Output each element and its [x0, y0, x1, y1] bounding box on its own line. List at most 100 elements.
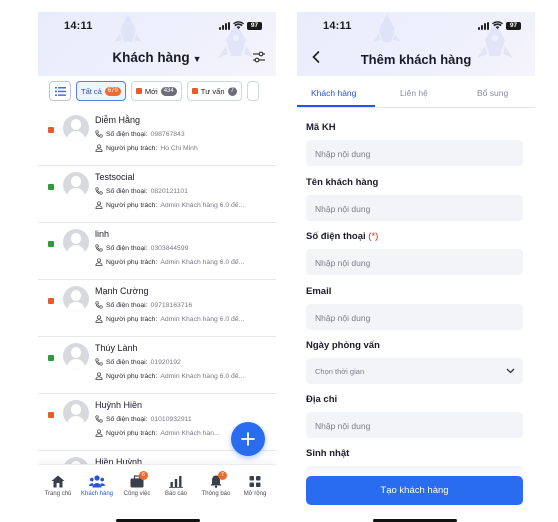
phone-icon — [95, 358, 103, 366]
status-dot — [48, 241, 54, 247]
nav-label: Thông báo — [201, 491, 231, 497]
status-dot — [48, 355, 54, 361]
tab-customer[interactable]: Khách hàng — [311, 88, 356, 98]
customer-owner: Người phụ trách: Admin Khách hàng 6.0 đế.… — [95, 201, 244, 209]
phone-label: Số điện thoại: — [106, 415, 148, 423]
customer-owner: Người phụ trách: Admin Khách hàng 6.0 đế.… — [95, 315, 244, 323]
chevron-down-icon — [506, 368, 515, 374]
status-dot — [48, 184, 54, 190]
owner-label: Người phụ trách: — [106, 372, 158, 380]
chip-overflow[interactable] — [246, 81, 259, 101]
nav-label: Công việc — [123, 491, 151, 497]
nav-home[interactable]: Trang chủ — [38, 475, 78, 497]
interview-date-select[interactable]: Chọn thời gian — [306, 358, 523, 384]
plus-icon — [241, 432, 255, 446]
phone-icon — [95, 130, 103, 138]
nav-badge: 7 — [218, 471, 228, 480]
chip-count-badge: 7 — [227, 86, 237, 96]
customer-row[interactable]: Thúy Lành Số điện thoại: 01920192 Người phụ… — [38, 337, 276, 394]
page-title-text: Khách hàng — [112, 50, 190, 65]
battery-icon: 97 — [247, 21, 262, 30]
wifi-icon — [492, 21, 503, 30]
avatar — [63, 400, 89, 426]
field-label-text: Số điện thoại — [306, 231, 366, 242]
chip-all[interactable]: Tất cả 679 — [76, 81, 126, 101]
nav-notifications[interactable]: 7 Thông báo — [196, 471, 236, 497]
customer-code-input[interactable]: Nhập nội dung — [306, 140, 523, 166]
avatar — [63, 172, 89, 198]
select-placeholder: Chọn thời gian — [315, 366, 365, 376]
customer-phone: Số điện thoại: 09718163716 — [95, 301, 192, 309]
nav-more[interactable]: Mở rộng — [235, 475, 275, 497]
add-customer-button[interactable] — [231, 422, 265, 456]
owner-label: Người phụ trách: — [106, 258, 158, 266]
phone-label: Số điện thoại: — [106, 301, 148, 309]
chip-new[interactable]: Mới 434 — [130, 81, 182, 101]
email-input[interactable]: Nhập nội dung — [306, 304, 523, 330]
customers-icon — [89, 475, 105, 488]
customer-row[interactable]: Diễm Hằng Số điện thoại: 098767843 Người ph… — [38, 109, 276, 166]
person-icon — [95, 201, 103, 209]
chip-label: Tư vấn — [200, 86, 225, 96]
phone-icon — [95, 301, 103, 309]
owner-label: Người phụ trách: — [106, 144, 158, 152]
phone-value: 09718163716 — [150, 301, 193, 309]
phone-input[interactable]: Nhập nội dung — [306, 249, 523, 275]
customer-name: Diễm Hằng — [95, 115, 141, 125]
avatar — [63, 115, 89, 141]
owner-label: Người phụ trách: — [106, 201, 158, 209]
nav-customers[interactable]: Khách hàng — [77, 475, 117, 497]
customer-list-screen: 14:11 97 Khách hàng ▼ Tất cả 679 Mới 434 Tư… — [38, 12, 276, 522]
nav-badge: 6 — [139, 471, 149, 480]
customer-name: Mạnh Cường — [95, 286, 149, 296]
list-menu-button[interactable] — [49, 81, 71, 101]
active-tab-indicator — [297, 105, 375, 107]
owner-label: Người phụ trách: — [106, 315, 158, 323]
status-square — [191, 88, 198, 94]
customer-owner: Người phụ trách: Admin Khách hàng 6.0 đế.… — [95, 372, 244, 380]
address-input[interactable]: Nhập nội dung — [306, 412, 523, 438]
field-label-email: Email — [306, 286, 332, 297]
owner-value: Ho Chi Minh — [160, 144, 198, 152]
page-title: Thêm khách hàng — [360, 52, 472, 67]
customer-row[interactable]: linh Số điện thoại: 0303844599 Người phụ tr… — [38, 223, 276, 280]
nav-reports[interactable]: Báo cáo — [156, 475, 196, 497]
avatar — [63, 286, 89, 312]
customer-name-input[interactable]: Nhập nội dung — [306, 195, 523, 221]
filter-settings-icon[interactable] — [252, 50, 266, 64]
required-marker: (*) — [368, 231, 379, 242]
customer-row[interactable]: Testsocial Số điện thoại: 0820121101 Người … — [38, 166, 276, 223]
chip-count-badge: 434 — [160, 86, 177, 96]
status-bar: 14:11 97 — [297, 12, 535, 38]
nav-label: Khách hàng — [80, 491, 114, 497]
field-label-interview-date: Ngày phỏng vấn — [306, 340, 380, 351]
create-customer-button[interactable]: Tạo khách hàng — [306, 476, 523, 505]
status-square — [135, 88, 142, 94]
chip-consulting[interactable]: Tư vấn 7 — [186, 81, 242, 101]
phone-label: Số điện thoại: — [106, 187, 148, 195]
tab-contact[interactable]: Liên hệ — [400, 88, 428, 98]
status-time: 14:11 — [64, 20, 93, 32]
tab-additional[interactable]: Bổ sung — [477, 88, 508, 98]
add-customer-screen: 14:11 97 Thêm khách hàng Khách hàng Liên… — [297, 12, 535, 522]
customer-phone: Số điện thoại: 098767843 — [95, 130, 185, 138]
phone-value: 0820121101 — [150, 187, 188, 195]
wifi-icon — [233, 21, 244, 30]
battery-icon: 97 — [506, 21, 521, 30]
field-label-name: Tên khách hàng — [306, 177, 379, 188]
phone-label: Số điện thoại: — [106, 244, 148, 252]
customer-phone: Số điện thoại: 01010932911 — [95, 415, 192, 423]
nav-tasks[interactable]: 6 Công việc — [117, 471, 157, 497]
page-title[interactable]: Khách hàng ▼ — [38, 50, 276, 65]
status-dot — [48, 412, 54, 418]
avatar — [63, 343, 89, 369]
status-dot — [48, 298, 54, 304]
nav-label: Mở rộng — [243, 491, 267, 497]
form-tabs: Khách hàng Liên hệ Bổ sung — [297, 76, 535, 108]
field-label-code: Mã KH — [306, 122, 336, 133]
status-bar: 14:11 97 — [38, 12, 276, 38]
customer-row[interactable]: Mạnh Cường Số điện thoại: 09718163716 Người… — [38, 280, 276, 337]
phone-label: Số điện thoại: — [106, 358, 148, 366]
customer-name: Testsocial — [95, 172, 135, 182]
list-icon — [54, 86, 66, 96]
